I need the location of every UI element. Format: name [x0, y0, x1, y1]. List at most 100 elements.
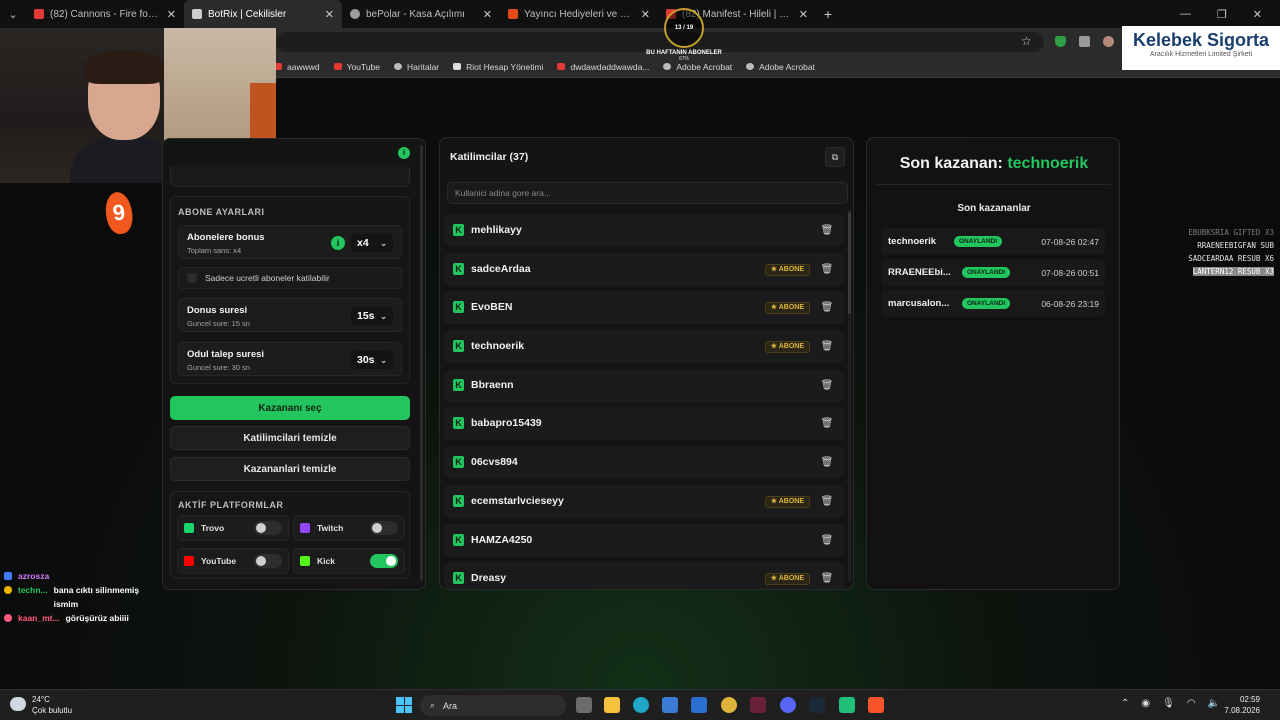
info-icon[interactable]: i: [398, 147, 410, 159]
file-explorer-icon[interactable]: [604, 697, 620, 713]
extension-icon[interactable]: [1103, 36, 1114, 47]
youtube-toggle[interactable]: [254, 554, 282, 568]
trash-icon[interactable]: 🗑: [818, 454, 836, 472]
participant-row[interactable]: K HAMZA4250 🗑: [444, 523, 844, 557]
system-tray: ⌃ ◉ 🎙 ◠ 🔈: [1121, 698, 1220, 709]
restore-icon[interactable]: ❐: [1217, 8, 1227, 21]
close-icon[interactable]: ✕: [167, 8, 176, 21]
edge-icon[interactable]: [633, 697, 649, 713]
volume-icon[interactable]: 🔈: [1208, 698, 1220, 709]
wifi-icon[interactable]: ◠: [1187, 698, 1196, 709]
window-controls: — ❐ ✕: [1180, 8, 1280, 21]
bookmark-star-icon[interactable]: ☆: [1021, 34, 1032, 48]
participant-row[interactable]: K 06cvs894 🗑: [444, 446, 844, 480]
participants-title: Katilimcilar (37): [450, 151, 529, 163]
participant-row[interactable]: Kbabapro15439 🗑: [444, 407, 844, 441]
trovo-toggle[interactable]: [254, 521, 282, 535]
browser-tab-active[interactable]: BotRix | Cekilisler ✕: [184, 0, 342, 28]
kick-icon: K: [453, 417, 464, 430]
browser-tab[interactable]: Yayıncı Hediyeleri ve Kazananla✕: [500, 0, 658, 28]
bookmark-item[interactable]: dwdawdaddwawda...: [557, 62, 649, 72]
sub-bonus-select[interactable]: x4 ⌄: [351, 234, 393, 252]
chat-message: techn... bana cıktı silinmemiş ismim: [4, 583, 164, 611]
bookmark-item[interactable]: YouTube: [333, 62, 380, 72]
taskbar-clock[interactable]: 02:59 7.08.2026: [1224, 694, 1260, 716]
claim-time-select[interactable]: 30s ⌄: [351, 351, 393, 369]
new-tab-icon[interactable]: +: [816, 6, 840, 22]
bookmark-item[interactable]: Riot Hesap Yönetimi: [453, 62, 543, 72]
browser-tab[interactable]: (82) Cannons - Fire for You ✕: [26, 0, 184, 28]
participant-row[interactable]: Ktechnoerik ★ ABONE 🗑: [444, 330, 844, 364]
brave-icon[interactable]: [868, 697, 884, 713]
close-icon[interactable]: ✕: [799, 8, 808, 21]
taskbar-search[interactable]: ⌕ Ara: [420, 695, 566, 716]
trash-icon[interactable]: 🗑: [818, 299, 836, 317]
youtube-icon: [184, 556, 194, 566]
participant-row[interactable]: Kmehlikayy 🗑: [444, 214, 844, 247]
participant-row[interactable]: KsadceArdaa ★ ABONE 🗑: [444, 252, 844, 286]
kick-icon: K: [453, 378, 464, 391]
minimize-icon[interactable]: —: [1180, 8, 1191, 21]
chrome-icon[interactable]: [721, 697, 737, 713]
search-icon: ⌕: [430, 700, 436, 710]
bookmark-item[interactable]: aawwwd: [274, 62, 320, 72]
chevron-up-icon[interactable]: ⌃: [1121, 698, 1129, 709]
subscriber-badge: ★ ABONE: [764, 573, 810, 586]
subscriber-badge: ★ ABONE: [764, 302, 810, 315]
trash-icon[interactable]: 🗑: [818, 415, 836, 433]
trash-icon[interactable]: 🗑: [818, 222, 836, 240]
trash-icon[interactable]: 🗑: [818, 338, 836, 356]
clear-participants-button[interactable]: Katilimcilari temizle: [170, 426, 410, 450]
participant-row[interactable]: K Dreasy ★ ABONE 🗑: [444, 562, 844, 589]
close-icon[interactable]: ✕: [483, 8, 492, 21]
close-icon[interactable]: ✕: [325, 8, 334, 21]
divider: [877, 184, 1111, 185]
participant-row[interactable]: K EvoBEN ★ ABONE 🗑: [444, 291, 844, 325]
globe-icon: [663, 63, 672, 70]
trash-icon[interactable]: 🗑: [818, 261, 836, 279]
windows-start-icon[interactable]: [396, 697, 412, 713]
extension-icon[interactable]: [1079, 36, 1090, 47]
browser-tab[interactable]: bePolar - Kasa Açılımı ✕: [342, 0, 500, 28]
sub-goal-ring: 13 / 19: [664, 8, 704, 48]
paid-only-checkbox-row[interactable]: Sadece ucretli aboneler katilabilir: [178, 267, 402, 289]
trash-icon[interactable]: 🗑: [818, 493, 836, 511]
settings-scrollbar[interactable]: [420, 145, 423, 581]
bookmark-item[interactable]: Adobe Acrobat: [663, 62, 732, 72]
clear-winners-button[interactable]: Kazananlari temizle: [170, 457, 410, 481]
sponsor-banner: Kelebek Sigorta Aracılık Hizmetleri Limi…: [1122, 26, 1280, 70]
weather-widget[interactable]: 24°C Çok bulutlu: [10, 694, 72, 716]
trash-icon[interactable]: 🗑: [818, 532, 836, 550]
steam-icon[interactable]: [809, 697, 825, 713]
kick-icon: K: [453, 301, 464, 314]
app-icon[interactable]: [750, 697, 766, 713]
network-icon[interactable]: ◉: [1141, 698, 1150, 709]
kick-toggle[interactable]: [370, 554, 398, 568]
close-window-icon[interactable]: ✕: [1253, 8, 1262, 21]
extension-shield-icon[interactable]: [1055, 36, 1066, 47]
info-icon[interactable]: i: [331, 236, 345, 250]
app-icon[interactable]: [839, 697, 855, 713]
participants-scroll-thumb[interactable]: [848, 212, 851, 314]
bookmark-item[interactable]: Haritalar: [394, 62, 439, 72]
task-view-icon[interactable]: [576, 697, 592, 713]
twitch-toggle[interactable]: [370, 521, 398, 535]
trash-icon[interactable]: 🗑: [818, 570, 836, 588]
mic-icon[interactable]: 🎙: [1162, 698, 1175, 709]
approved-badge: ONAYLANDI: [954, 236, 1003, 247]
pick-winner-button[interactable]: Kazananı seç: [170, 396, 410, 420]
participant-search-input[interactable]: [447, 182, 848, 204]
chat-message: azrosza: [4, 569, 164, 583]
mail-icon[interactable]: [691, 697, 707, 713]
trash-icon[interactable]: 🗑: [818, 377, 836, 395]
participant-row[interactable]: Kecemstarlvcieseyy ★ ABONE 🗑: [444, 484, 844, 518]
tab-list-chevron-icon[interactable]: ⌄: [0, 8, 26, 21]
discord-icon[interactable]: [780, 697, 796, 713]
botrix-icon: [192, 9, 202, 19]
store-icon[interactable]: [662, 697, 678, 713]
checkbox[interactable]: [187, 273, 197, 283]
participant-row[interactable]: K Bbraenn 🗑: [444, 368, 844, 402]
copy-icon[interactable]: ⧉: [825, 147, 845, 167]
bonus-time-select[interactable]: 15s ⌄: [351, 307, 393, 325]
bookmark-item[interactable]: Adobe Acrobat: [746, 62, 815, 72]
